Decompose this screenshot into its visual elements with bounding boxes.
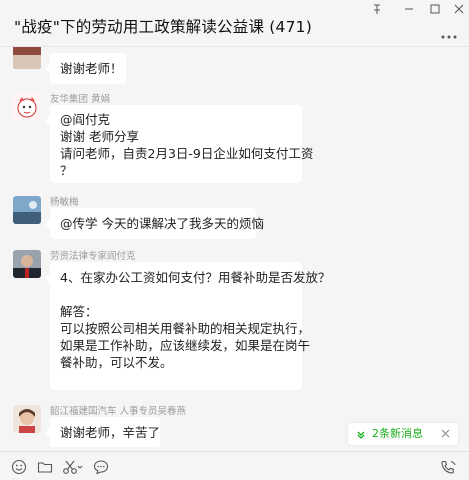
message-line: @传学 今天的课解决了我多天的烦恼	[60, 216, 264, 231]
message-line: 谢谢老师，辛苦了	[60, 425, 161, 440]
message-bubble[interactable]: @传学 今天的课解决了我多天的烦恼	[45, 208, 264, 239]
message-line: 如果是工作补助，应该继续发，如果是在岗午	[60, 338, 311, 353]
message-line: 解答：	[60, 304, 98, 319]
message-bubble[interactable]: 谢谢老师，辛苦了	[45, 417, 161, 447]
voice-call-icon[interactable]	[440, 459, 458, 475]
scissors-icon[interactable]	[62, 459, 84, 475]
message-line: 请问老师，自责2月3日-9日企业如何支付工资	[60, 146, 314, 161]
close-icon[interactable]	[441, 423, 450, 453]
avatar[interactable]	[13, 196, 41, 224]
chat-title: "战疫"下的劳动用工政策解读公益课 (471)	[14, 18, 312, 36]
avatar[interactable]	[13, 93, 41, 121]
new-messages-label: 2条新消息	[372, 427, 423, 440]
message-line: 4、在家办公工资如何支付？用餐补助是否发放？	[60, 270, 331, 285]
chevron-down-icon	[356, 423, 366, 454]
message-bubble[interactable]: @阎付克 谢谢 老师分享 请问老师，自责2月3日-9日企业如何支付工资 ？	[45, 105, 314, 183]
message-line: @阎付克	[60, 112, 111, 127]
emoji-icon[interactable]	[11, 459, 27, 475]
message-list[interactable]: 谢谢老师！ 友华集团 黄娟 @阎付克 谢谢 老师分享 请问老师，自责2月3日-9…	[0, 47, 469, 447]
folder-icon[interactable]	[37, 459, 53, 475]
message-bubble[interactable]: 4、在家办公工资如何支付？用餐补助是否发放？ 解答： 可以按照公司相关用餐补助的…	[45, 262, 331, 390]
message-bubble[interactable]: 谢谢老师！	[45, 53, 126, 84]
title-bar: "战疫"下的劳动用工政策解读公益课 (471)	[0, 0, 469, 46]
message-line: 可以按照公司相关用餐补助的相关规定执行，	[60, 321, 311, 336]
maximize-icon[interactable]	[424, 3, 446, 17]
avatar[interactable]	[13, 250, 41, 278]
more-icon[interactable]	[441, 28, 457, 44]
new-messages-button[interactable]: 2条新消息	[348, 423, 458, 445]
message-line: 餐补助，可以不发。	[60, 355, 173, 370]
input-toolbar	[0, 452, 469, 480]
message-line: 谢谢老师！	[60, 61, 123, 76]
pin-icon[interactable]	[366, 3, 388, 17]
avatar[interactable]	[13, 47, 41, 69]
chat-history-icon[interactable]	[93, 459, 109, 475]
message-line	[60, 286, 292, 303]
sender-name: 杨敏梅	[50, 197, 79, 208]
message-line: 谢谢 老师分享	[60, 129, 139, 144]
minimize-icon[interactable]	[398, 3, 420, 17]
message-line: ？	[60, 163, 73, 178]
close-icon[interactable]	[448, 3, 469, 17]
avatar[interactable]	[13, 405, 41, 433]
sender-name: 劳资法律专家阎付克	[50, 251, 136, 262]
sender-name: 友华集团 黄娟	[50, 94, 111, 105]
sender-name: 韶江福建国汽车 人事专员吴春燕	[50, 406, 187, 417]
